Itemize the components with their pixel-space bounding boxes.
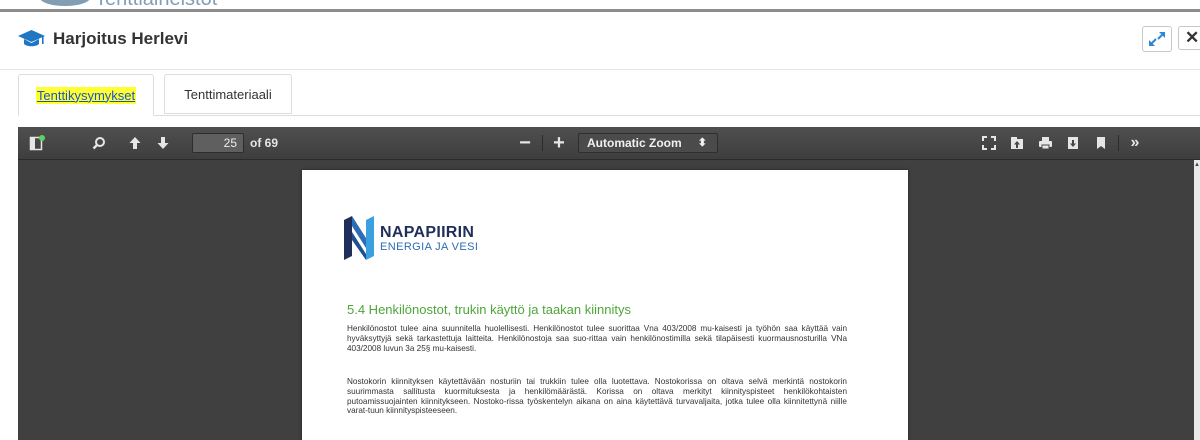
bookmark-button[interactable] <box>1088 127 1114 159</box>
close-button[interactable]: ✕ <box>1178 26 1200 50</box>
toolbar-separator <box>1118 135 1119 151</box>
open-file-button[interactable] <box>1004 127 1030 159</box>
scroll-up-icon[interactable]: ▲ <box>1194 162 1200 168</box>
background-logo <box>40 0 90 6</box>
logo-sub-text: ENERGIA JA VESI <box>380 240 479 253</box>
logo-main-text: NAPAPIIRIN <box>380 223 475 241</box>
close-icon: ✕ <box>1185 28 1200 47</box>
background-page-strip: Tenttiaineistot <box>0 0 1200 9</box>
modal-title-text: Harjoitus Herlevi <box>53 29 189 48</box>
tab-exam-material-label: Tenttimateriaali <box>184 86 272 102</box>
arrow-down-icon <box>157 137 169 149</box>
zoom-select-value: Automatic Zoom <box>587 136 682 150</box>
bookmark-icon <box>1097 137 1105 149</box>
presentation-mode-button[interactable] <box>976 127 1002 159</box>
vertical-scrollbar[interactable] <box>1194 160 1200 440</box>
logo-text: NAPAPIIRIN ENERGIA JA VESI <box>380 224 478 253</box>
page-number-input[interactable]: 25 <box>192 133 244 153</box>
zoom-select[interactable]: Automatic Zoom ⬍ <box>578 133 718 153</box>
graduation-cap-icon <box>18 30 45 47</box>
sidebar-toggle-icon <box>29 135 45 151</box>
section-title: 5.4 Henkilönostot, trukin käyttö ja taak… <box>347 302 631 317</box>
page-count-label: of 69 <box>250 136 279 150</box>
chevron-updown-icon: ⬍ <box>697 137 707 149</box>
modal-title: Harjoitus Herlevi <box>18 29 188 49</box>
pdf-page: NAPAPIIRIN ENERGIA JA VESI 5.4 Henkilöno… <box>302 170 908 440</box>
download-button[interactable] <box>1060 127 1086 159</box>
search-icon <box>92 137 105 150</box>
company-logo: NAPAPIIRIN ENERGIA JA VESI <box>342 214 478 262</box>
zoom-out-button[interactable]: − <box>512 127 538 159</box>
open-file-icon <box>1011 137 1023 149</box>
next-page-button[interactable] <box>150 127 176 159</box>
paragraph: Nostokorin kiinnityksen käytettävään nos… <box>347 377 847 416</box>
sidebar-toggle-button[interactable] <box>22 127 52 159</box>
paragraph: Henkilönostot tulee aina suunnitella huo… <box>347 324 847 353</box>
tab-exam-questions[interactable]: Tenttikysymykset <box>18 74 154 116</box>
exam-modal: Harjoitus Herlevi ✕ Tenttikysymykset Ten… <box>0 9 1200 440</box>
zoom-in-button[interactable]: + <box>546 127 572 159</box>
modal-header: Harjoitus Herlevi ✕ <box>0 12 1200 70</box>
tab-exam-questions-label: Tenttikysymykset <box>35 86 137 104</box>
toolbar-separator <box>542 135 543 151</box>
print-icon <box>1038 137 1052 150</box>
double-chevron-right-icon: » <box>1130 134 1140 151</box>
background-title: Tenttiaineistot <box>95 0 217 9</box>
tab-bar: Tenttikysymykset Tenttimateriaali <box>18 74 1200 116</box>
expand-icon <box>1149 32 1165 46</box>
expand-button[interactable] <box>1142 26 1172 52</box>
download-icon <box>1068 137 1078 149</box>
tab-exam-material[interactable]: Tenttimateriaali <box>164 74 292 114</box>
fullscreen-icon <box>982 136 996 150</box>
previous-page-button[interactable] <box>122 127 148 159</box>
arrow-up-icon <box>129 137 141 149</box>
document-area[interactable]: NAPAPIIRIN ENERGIA JA VESI 5.4 Henkilöno… <box>18 160 1194 440</box>
napapiirin-logo-mark <box>344 216 374 260</box>
pdf-toolbar: 25 of 69 − + Automatic Zoom ⬍ » <box>18 127 1200 160</box>
print-button[interactable] <box>1032 127 1058 159</box>
pdf-viewer: 25 of 69 − + Automatic Zoom ⬍ » NAPAPIIR… <box>18 127 1200 440</box>
search-button[interactable] <box>86 127 112 159</box>
tools-button[interactable]: » <box>1122 127 1148 159</box>
